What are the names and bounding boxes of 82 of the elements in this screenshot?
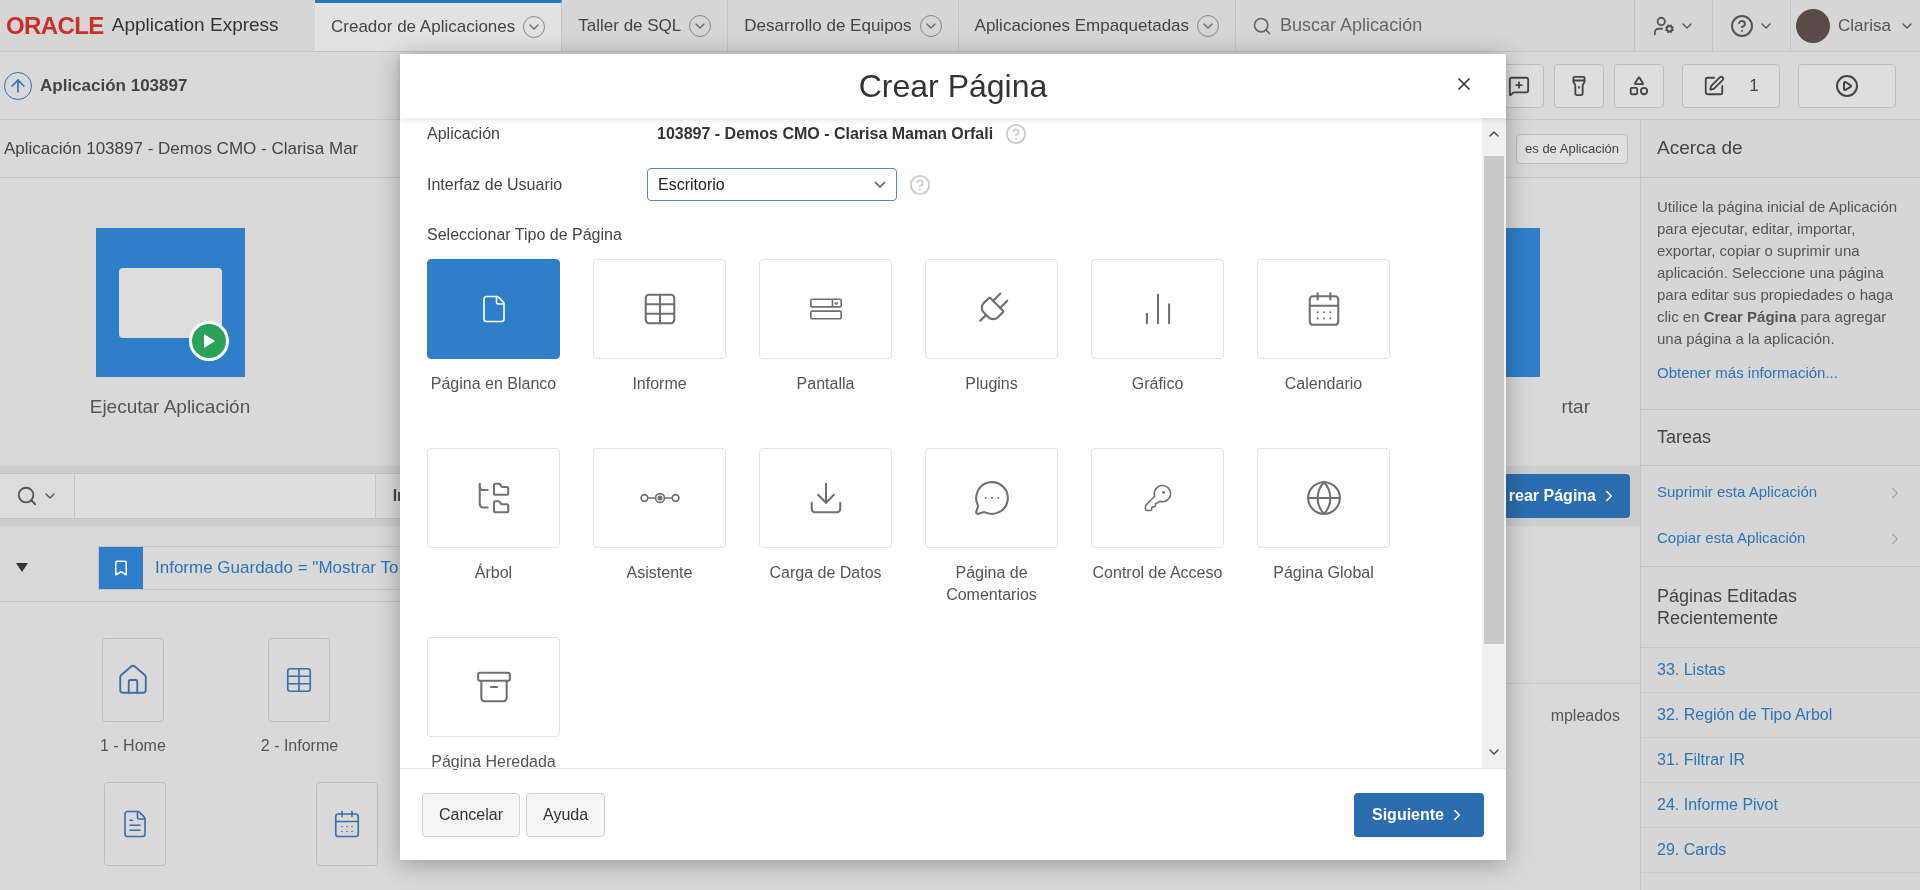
user-gear-icon [1652, 14, 1675, 37]
page-type-label: Página de Comentarios [945, 563, 1038, 605]
tile-label[interactable]: Ejecutar Aplicación [89, 393, 251, 422]
nav-tab[interactable]: Creador de Aplicaciones [315, 0, 563, 51]
page-type-label: Plugins [964, 374, 1019, 394]
page-type-label: Calendario [1283, 374, 1364, 394]
edit-button[interactable]: 1 [1682, 63, 1780, 108]
search-icon [1252, 15, 1273, 36]
section-label: Seleccionar Tipo de Página [427, 225, 623, 245]
help-icon[interactable] [909, 173, 931, 196]
play-icon [1835, 73, 1859, 98]
field-label: Interfaz de Usuario [427, 174, 564, 195]
page-type-label: Pantalla [795, 374, 856, 394]
search-icon [16, 485, 38, 507]
more-info-link[interactable]: Obtener más información... [1657, 362, 1904, 385]
shapes-button[interactable] [1614, 63, 1664, 108]
recent-page-link[interactable]: 29. Cards [1641, 827, 1920, 873]
recent-page-link[interactable]: 24. Informe Pivot [1641, 782, 1920, 828]
search-field[interactable]: Buscar Aplicación [1280, 12, 1618, 39]
scrollbar[interactable] [1482, 118, 1506, 768]
application-button[interactable]: es de Aplicación [1516, 133, 1628, 164]
product-name: Application Express [111, 13, 279, 38]
page-type-label: Informe [631, 374, 688, 394]
page-type-label: Gráfico [1130, 374, 1185, 394]
pencil-icon [1703, 74, 1726, 97]
page-label[interactable]: mpleados [1550, 704, 1620, 728]
cancel-button[interactable]: Cancelar [422, 792, 521, 837]
create-page-button[interactable]: rear Página [1506, 474, 1630, 518]
export-tile[interactable] [1506, 228, 1540, 377]
key-icon [1142, 483, 1173, 513]
globe-icon [1304, 479, 1343, 517]
page-file-icon[interactable] [104, 782, 166, 866]
recent-page-link[interactable]: 31. Filtrar IR [1641, 737, 1920, 783]
chevron-down-icon [874, 181, 886, 188]
comment-plus-icon [1508, 74, 1530, 97]
recent-page-link[interactable]: 32. Región de Tipo Arbol [1641, 692, 1920, 738]
run-button[interactable] [1798, 63, 1896, 108]
avatar [1796, 8, 1831, 43]
run-application-tile[interactable] [95, 228, 245, 377]
bookmark-icon [112, 558, 130, 577]
select-field[interactable]: Escritorio [647, 168, 897, 201]
panel-heading: Páginas Editadas Recientemente [1657, 584, 1799, 629]
page-type-label: Asistente [625, 563, 694, 583]
collapse-triangle-icon[interactable] [16, 563, 28, 572]
form-icon [807, 296, 844, 322]
shapes-icon [1628, 74, 1650, 97]
help-icon [1729, 13, 1754, 38]
steps-icon [639, 491, 680, 505]
flashlight-button[interactable] [1554, 63, 1604, 108]
help-button[interactable]: Ayuda [526, 792, 606, 837]
task-link[interactable]: Copiar esta Aplicación [1641, 515, 1920, 562]
oracle-logo: ORACLE [6, 10, 104, 41]
page-type-label: Página Heredada [430, 752, 557, 772]
recent-page-link[interactable]: 33. Listas [1641, 647, 1920, 693]
page-type-label: Página Global [1272, 563, 1375, 583]
about-text: Utilice la página inicial de Aplicación para ejecutar, editar, importar, exportar, copiar o suprimir una aplicación. Seleccione una página para editar sus propiedades o haga clic en Crear Página para agregar una página a la aplicación. [1657, 197, 1899, 349]
page-file-icon[interactable] [268, 638, 331, 722]
panel-heading: Acerca de [1657, 136, 1743, 161]
speech-bubble-icon [972, 479, 1011, 517]
page-type-label: Control de Acceso [1091, 563, 1224, 583]
panel-heading: Tareas [1657, 425, 1712, 449]
user-menu-button[interactable]: Clarisa [1790, 0, 1920, 51]
next-button[interactable]: Siguiente [1354, 792, 1484, 837]
play-badge-icon [188, 321, 229, 361]
breadcrumb-title: Aplicación 103897 [40, 74, 188, 97]
page-file-icon[interactable] [316, 782, 378, 866]
help-icon[interactable] [1005, 123, 1028, 145]
page-label[interactable]: 1 - Home [100, 734, 166, 758]
app-title: Aplicación 103897 - Demos CMO - Clarisa Mar [4, 137, 359, 160]
page-type-label: Carga de Datos [768, 563, 883, 583]
page-type-label: Árbol [473, 562, 514, 583]
application-value: 103897 - Demos CMO - Clarisa Maman Orfali [657, 124, 994, 144]
task-link[interactable]: Suprimir esta Aplicación [1641, 469, 1920, 516]
page-file-icon[interactable] [101, 638, 164, 722]
calendar-icon [332, 809, 362, 839]
filter-text: Informe Guardado = "Mostrar To [154, 556, 400, 579]
tile-label[interactable]: rtar [1561, 393, 1590, 422]
page-label[interactable]: 2 - Informe [260, 734, 339, 758]
page-type-tile[interactable] [427, 259, 560, 359]
page-type-label: Página en Blanco [429, 374, 558, 394]
dialog-title: Crear Página [858, 67, 1048, 106]
field-label: Aplicación [427, 124, 501, 144]
